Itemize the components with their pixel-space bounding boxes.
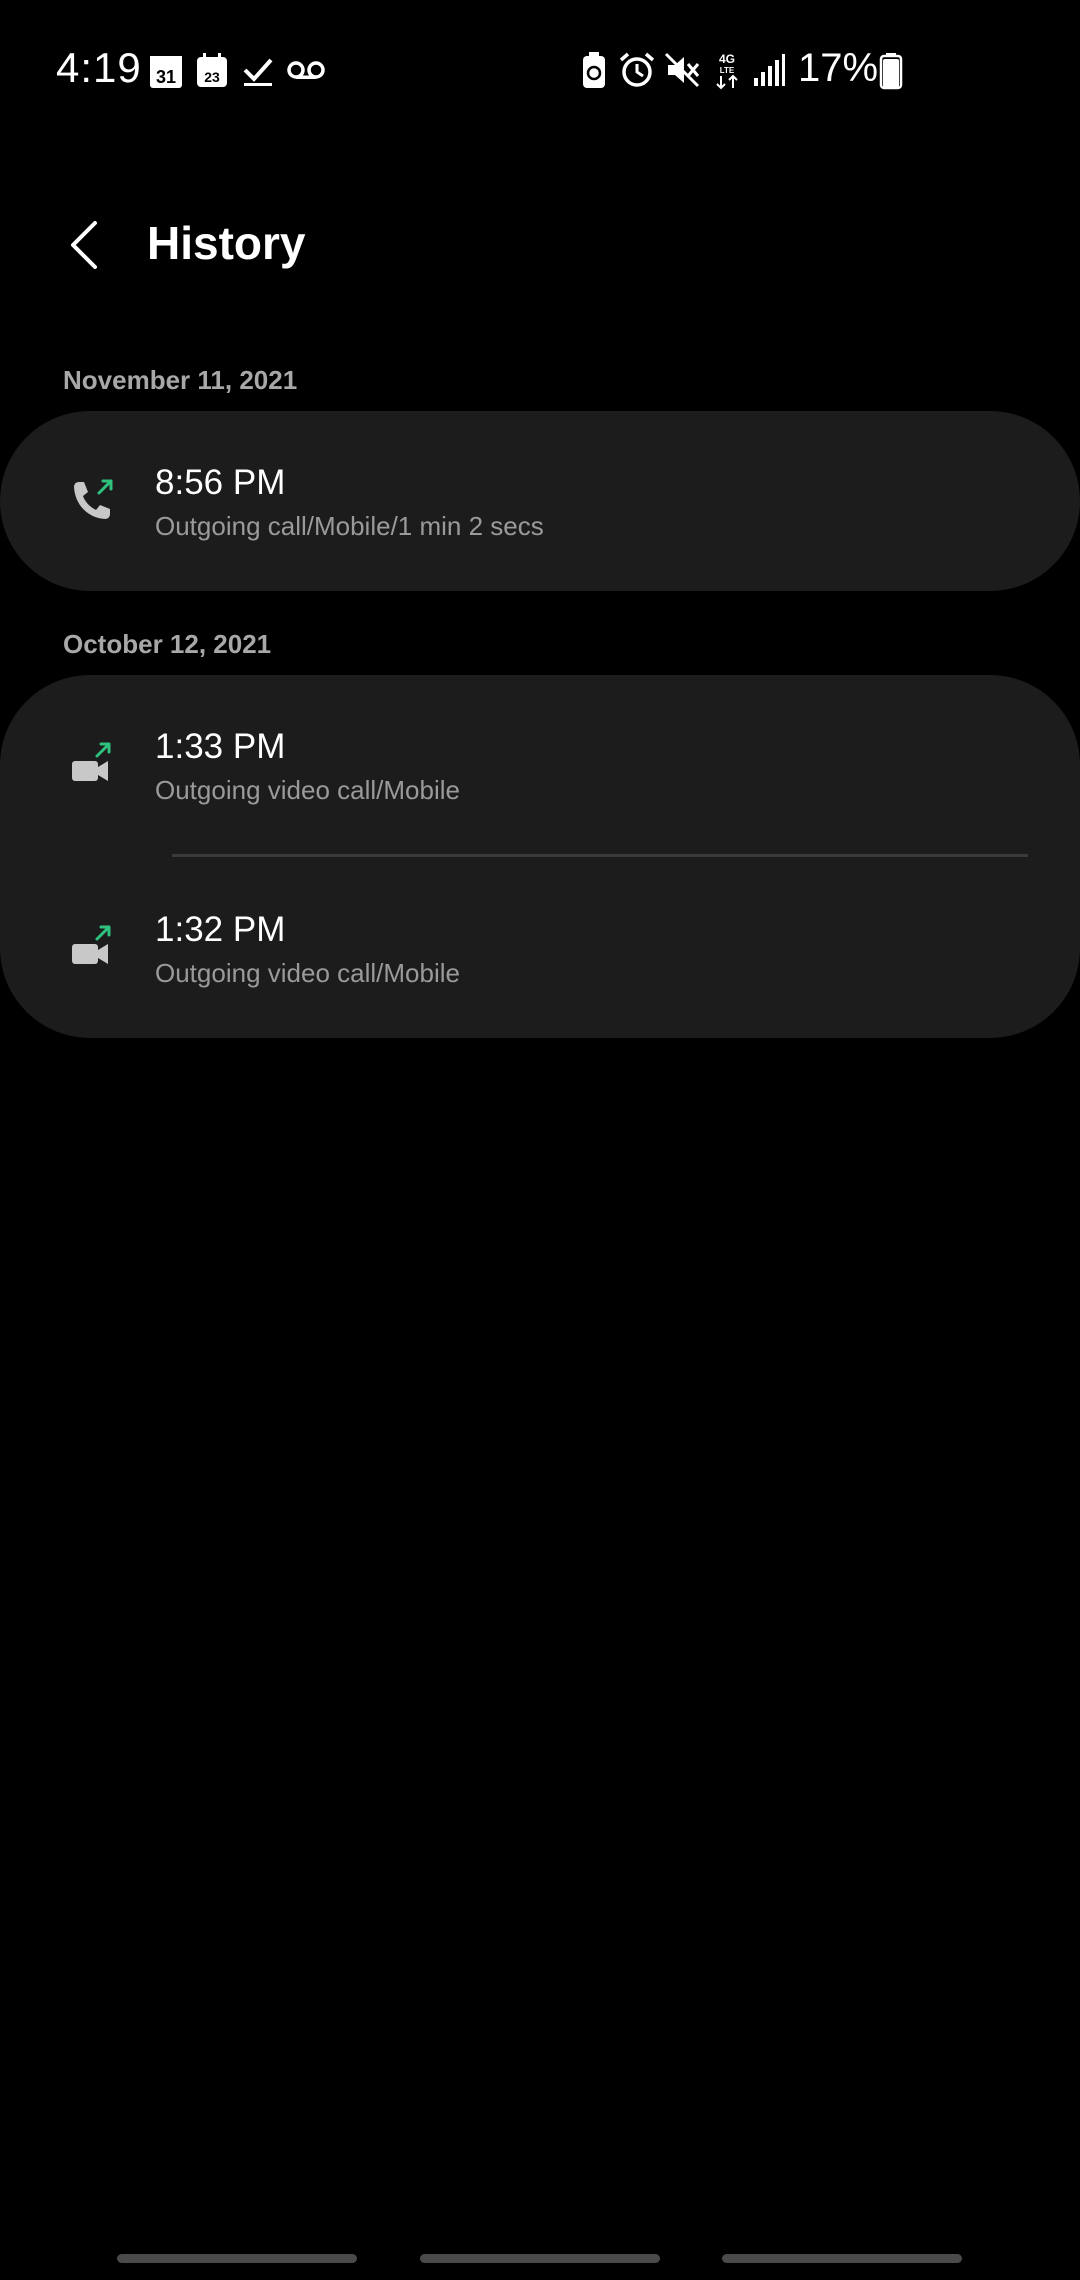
page-title: History <box>147 217 306 269</box>
calendar-31-icon: 31 <box>148 50 184 90</box>
svg-text:LTE: LTE <box>720 66 735 75</box>
recycle-battery-icon <box>576 50 612 90</box>
outgoing-call-icon <box>64 473 120 529</box>
entry-detail: Outgoing call/Mobile/1 min 2 secs <box>155 511 544 541</box>
nav-back-button[interactable] <box>722 2254 962 2263</box>
history-entry[interactable]: 8:56 PM Outgoing call/Mobile/1 min 2 sec… <box>0 411 1080 591</box>
svg-text:23: 23 <box>204 69 220 85</box>
4g-lte-icon: 4G LTE <box>710 50 744 90</box>
divider <box>172 854 1028 857</box>
mute-icon <box>664 50 702 90</box>
app-header: History <box>0 200 1080 290</box>
chevron-left-icon <box>71 221 97 269</box>
status-time: 4:19 <box>56 44 142 91</box>
nav-recents-button[interactable] <box>117 2254 357 2263</box>
nav-home-button[interactable] <box>420 2254 660 2263</box>
status-bar: 4:19 31 23 4G LTE 17% <box>0 0 1080 140</box>
battery-icon <box>878 50 904 90</box>
entry-time: 1:33 PM <box>155 727 286 766</box>
history-entry[interactable]: 1:33 PM Outgoing video call/Mobile <box>0 675 1080 855</box>
back-button[interactable] <box>48 210 118 280</box>
history-card: 1:33 PM Outgoing video call/Mobile 1:32 … <box>0 675 1080 1038</box>
date-header: October 12, 2021 <box>63 629 272 659</box>
task-check-icon <box>240 50 276 90</box>
entry-detail: Outgoing video call/Mobile <box>155 775 460 805</box>
entry-time: 1:32 PM <box>155 910 286 949</box>
entry-detail: Outgoing video call/Mobile <box>155 958 460 988</box>
svg-text:4G: 4G <box>719 52 735 66</box>
entry-time: 8:56 PM <box>155 463 286 502</box>
voicemail-icon <box>286 50 326 90</box>
date-header: November 11, 2021 <box>63 365 298 395</box>
outgoing-video-call-icon <box>64 922 120 978</box>
outgoing-video-call-icon <box>64 739 120 795</box>
calendar-23-icon: 23 <box>194 50 230 90</box>
history-entry[interactable]: 1:32 PM Outgoing video call/Mobile <box>0 858 1080 1038</box>
history-card: 8:56 PM Outgoing call/Mobile/1 min 2 sec… <box>0 411 1080 591</box>
alarm-icon <box>618 50 656 90</box>
svg-text:31: 31 <box>156 67 176 87</box>
signal-icon <box>752 50 786 90</box>
battery-percent: 17% <box>798 46 879 90</box>
